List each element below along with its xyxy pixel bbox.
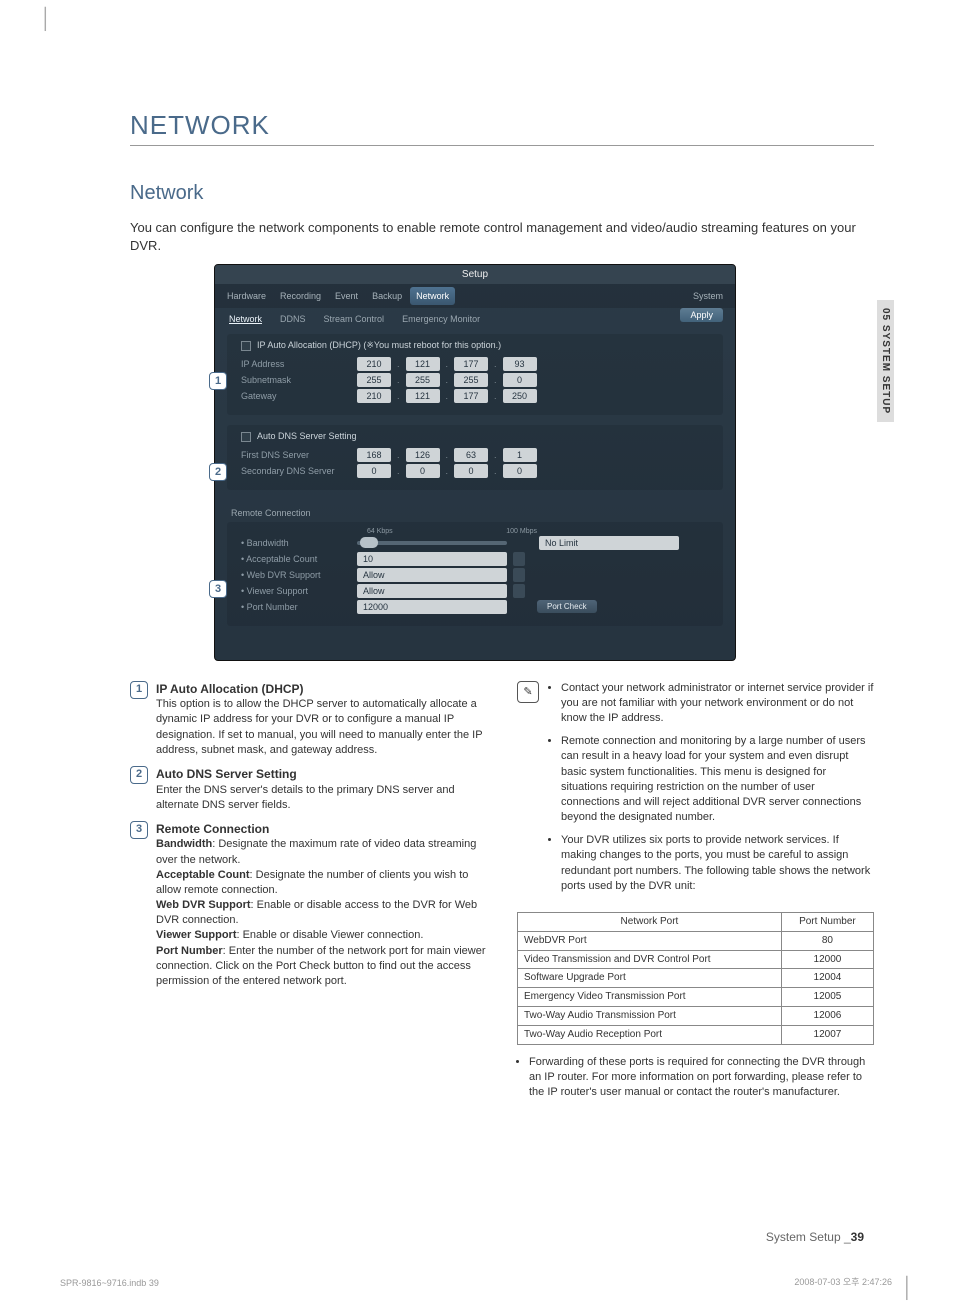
tab-network[interactable]: Network [410,287,455,305]
ip-octet[interactable]: 210 [357,357,391,371]
label-port: • Port Number [241,602,351,612]
remote-header: Remote Connection [227,500,723,522]
window-title: Setup [215,265,735,284]
dhcp-checkbox[interactable] [241,341,251,351]
label-gateway: Gateway [241,391,351,401]
bandwidth-slider[interactable] [357,541,507,545]
ip-octet[interactable]: 121 [406,389,440,403]
label-dns2: Secondary DNS Server [241,466,351,476]
webdvr-select[interactable]: Allow [357,568,507,582]
label-dns1: First DNS Server [241,450,351,460]
dns-header: Auto DNS Server Setting [241,431,713,442]
callout-3: 3 [209,580,227,598]
ip-octet[interactable]: 168 [357,448,391,462]
divider [130,145,874,146]
ip-octet[interactable]: 0 [503,464,537,478]
subtab-ddns[interactable]: DDNS [280,314,306,324]
ports-table: Network PortPort Number WebDVR Port80 Vi… [517,912,874,1045]
ip-octet[interactable]: 255 [454,373,488,387]
legend-num-2: 2 [130,766,148,784]
count-stepper[interactable] [513,552,525,566]
note-icon [517,681,539,703]
bandwidth-scale: 64 Kbps100 Mbps [367,528,537,535]
ip-octet[interactable]: 0 [357,464,391,478]
crop-mark: │ [902,1277,915,1300]
label-bandwidth: • Bandwidth [241,538,351,548]
tab-system[interactable]: System [687,287,729,305]
ip-octet[interactable]: 250 [503,389,537,403]
ip-octet[interactable]: 0 [406,464,440,478]
tab-recording[interactable]: Recording [274,287,327,305]
label-ip: IP Address [241,359,351,369]
tab-backup[interactable]: Backup [366,287,408,305]
ip-octet[interactable]: 255 [406,373,440,387]
legend-body: This option is to allow the DHCP server … [156,697,487,758]
settings-screenshot: Setup Hardware Recording Event Backup Ne… [214,264,736,661]
notes-list: Contact your network administrator or in… [549,681,874,902]
ip-octet[interactable]: 0 [503,373,537,387]
ip-octet[interactable]: 0 [454,464,488,478]
callout-1: 1 [209,372,227,390]
ip-octet[interactable]: 177 [454,389,488,403]
label-webdvr: • Web DVR Support [241,570,351,580]
port-input[interactable]: 12000 [357,600,507,614]
legend-num-3: 3 [130,821,148,839]
label-viewer: • Viewer Support [241,586,351,596]
dhcp-header: IP Auto Allocation (DHCP) (※You must reb… [241,340,713,351]
print-filename: SPR-9816~9716.indb 39 [60,1278,159,1288]
ip-octet[interactable]: 126 [406,448,440,462]
intro-text: You can configure the network components… [130,219,874,254]
page-footer: System Setup _39 [766,1230,864,1244]
legend-title: Remote Connection [156,821,487,838]
main-tabs: Hardware Recording Event Backup Network … [215,284,735,308]
subtab-emergency[interactable]: Emergency Monitor [402,314,480,324]
notes-list-2: Forwarding of these ports is required fo… [517,1055,874,1101]
port-check-button[interactable]: Port Check [537,600,597,613]
legend-title: Auto DNS Server Setting [156,766,487,783]
legend-defs: Bandwidth: Designate the maximum rate of… [156,837,487,989]
chevron-down-icon[interactable] [513,584,525,598]
ip-octet[interactable]: 93 [503,357,537,371]
tab-event[interactable]: Event [329,287,364,305]
ip-octet[interactable]: 210 [357,389,391,403]
legend-num-1: 1 [130,681,148,699]
tab-hardware[interactable]: Hardware [221,287,272,305]
subtab-network[interactable]: Network [229,314,262,324]
legend-body: Enter the DNS server's details to the pr… [156,783,487,813]
chevron-down-icon[interactable] [513,568,525,582]
legend-title: IP Auto Allocation (DHCP) [156,681,487,698]
print-timestamp: 2008-07-03 오후 2:47:26 [794,1275,892,1288]
ip-octet[interactable]: 63 [454,448,488,462]
label-subnet: Subnetmask [241,375,351,385]
apply-button[interactable]: Apply [680,308,723,322]
page-title: NETWORK [130,110,874,141]
bandwidth-value[interactable]: No Limit [539,536,679,550]
callout-2: 2 [209,463,227,481]
subtabs: Network DDNS Stream Control Emergency Mo… [215,308,735,330]
dns-checkbox[interactable] [241,432,251,442]
ip-octet[interactable]: 177 [454,357,488,371]
accept-count-input[interactable]: 10 [357,552,507,566]
ip-octet[interactable]: 121 [406,357,440,371]
subtab-stream[interactable]: Stream Control [324,314,385,324]
viewer-select[interactable]: Allow [357,584,507,598]
label-accept-count: • Acceptable Count [241,554,351,564]
ip-octet[interactable]: 255 [357,373,391,387]
section-title: Network [130,182,874,205]
ip-octet[interactable]: 1 [503,448,537,462]
